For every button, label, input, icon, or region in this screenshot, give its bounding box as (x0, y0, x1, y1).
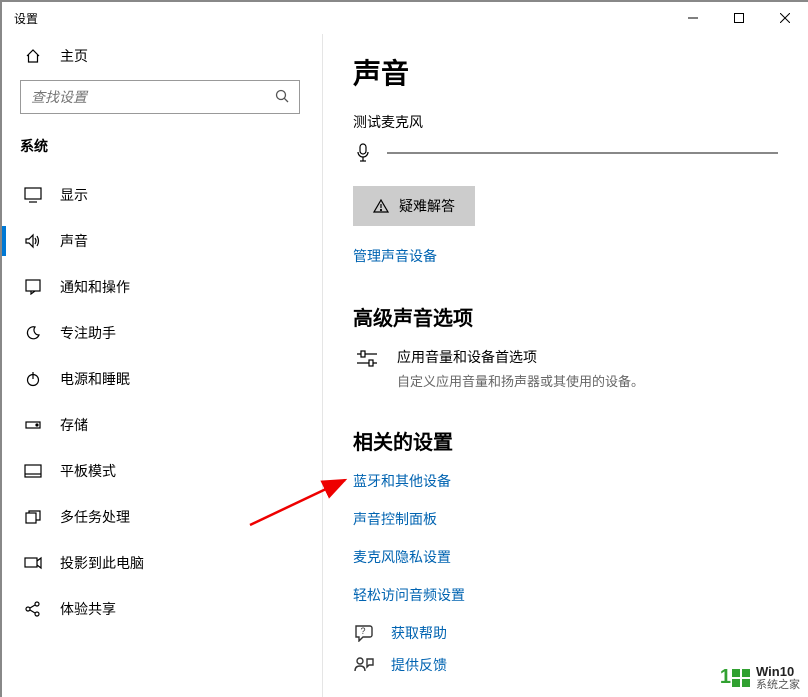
sidebar-item-label: 平板模式 (60, 461, 116, 481)
test-mic-label: 测试麦克风 (353, 112, 778, 132)
sidebar-item-label: 显示 (60, 185, 88, 205)
sidebar-item-multitask[interactable]: 多任务处理 (2, 494, 318, 540)
sidebar-item-label: 声音 (60, 231, 88, 251)
settings-window: 设置 主页 (0, 0, 808, 697)
maximize-button[interactable] (716, 2, 762, 34)
project-icon (24, 554, 42, 572)
related-links: 蓝牙和其他设备 声音控制面板 麦克风隐私设置 轻松访问音频设置 (353, 471, 778, 605)
bluetooth-link[interactable]: 蓝牙和其他设备 (353, 471, 778, 491)
watermark-line2: 系统之家 (756, 679, 800, 691)
watermark-logo: 1 (720, 666, 750, 689)
warning-icon (373, 198, 389, 214)
sidebar-item-focus[interactable]: 专注助手 (2, 310, 318, 356)
home-icon (24, 47, 42, 65)
feedback-link[interactable]: 提供反馈 (391, 655, 447, 675)
advanced-section-title: 高级声音选项 (353, 302, 778, 331)
sliders-icon (353, 347, 381, 390)
watermark-line1: Win10 (756, 665, 800, 679)
get-help-link[interactable]: 获取帮助 (391, 623, 447, 643)
app-volume-title: 应用音量和设备首选项 (397, 347, 644, 367)
mic-level-bar (387, 152, 778, 154)
home-label: 主页 (60, 46, 88, 66)
app-volume-row[interactable]: 应用音量和设备首选项 自定义应用音量和扬声器或其使用的设备。 (353, 347, 778, 390)
sidebar-item-label: 存储 (60, 415, 88, 435)
ease-of-access-audio-link[interactable]: 轻松访问音频设置 (353, 585, 778, 605)
content-area: 主页 系统 显示 (2, 34, 808, 697)
minimize-button[interactable] (670, 2, 716, 34)
sidebar-item-label: 体验共享 (60, 599, 116, 619)
sidebar: 主页 系统 显示 (2, 34, 322, 697)
search-wrap (2, 78, 318, 128)
mic-privacy-link[interactable]: 麦克风隐私设置 (353, 547, 778, 567)
search-icon (275, 89, 289, 106)
feedback-icon (353, 656, 375, 674)
nav-list: 显示 声音 通知和操作 (2, 172, 318, 632)
notification-icon (24, 278, 42, 296)
multitask-icon (24, 508, 42, 526)
troubleshoot-button[interactable]: 疑难解答 (353, 186, 475, 226)
sidebar-item-label: 专注助手 (60, 323, 116, 343)
speaker-icon (24, 232, 42, 250)
feedback-row[interactable]: 提供反馈 (353, 655, 778, 675)
watermark: 1 Win10 系统之家 (716, 663, 804, 693)
moon-icon (24, 324, 42, 342)
sidebar-item-label: 电源和睡眠 (60, 369, 130, 389)
sidebar-section-title: 系统 (2, 128, 318, 172)
app-title: 设置 (14, 10, 38, 27)
help-icon: ? (353, 624, 375, 642)
storage-icon (24, 416, 42, 434)
monitor-icon (24, 186, 42, 204)
sidebar-item-project[interactable]: 投影到此电脑 (2, 540, 318, 586)
sound-control-panel-link[interactable]: 声音控制面板 (353, 509, 778, 529)
page-title: 声音 (353, 52, 778, 92)
home-nav[interactable]: 主页 (2, 34, 318, 78)
search-box[interactable] (20, 80, 300, 114)
titlebar: 设置 (2, 2, 808, 34)
share-icon (24, 600, 42, 618)
mic-level-row (353, 142, 778, 164)
sidebar-item-share[interactable]: 体验共享 (2, 586, 318, 632)
microphone-icon (353, 142, 373, 164)
app-volume-desc: 自定义应用音量和扬声器或其使用的设备。 (397, 371, 644, 390)
sidebar-item-label: 通知和操作 (60, 277, 130, 297)
related-section-title: 相关的设置 (353, 426, 778, 455)
sidebar-item-sound[interactable]: 声音 (2, 218, 318, 264)
sidebar-item-display[interactable]: 显示 (2, 172, 318, 218)
troubleshoot-label: 疑难解答 (399, 196, 455, 216)
manage-sound-devices-link[interactable]: 管理声音设备 (353, 246, 778, 266)
sidebar-item-storage[interactable]: 存储 (2, 402, 318, 448)
search-input[interactable] (31, 89, 275, 105)
get-help-row[interactable]: ? 获取帮助 (353, 623, 778, 643)
sidebar-item-notifications[interactable]: 通知和操作 (2, 264, 318, 310)
sidebar-item-tablet[interactable]: 平板模式 (2, 448, 318, 494)
power-icon (24, 370, 42, 388)
svg-text:?: ? (360, 626, 365, 636)
main-content: 声音 测试麦克风 疑难解答 管理声音设备 高级声音选项 (322, 34, 808, 697)
tablet-icon (24, 462, 42, 480)
sidebar-item-label: 投影到此电脑 (60, 553, 144, 573)
sidebar-item-label: 多任务处理 (60, 507, 130, 527)
close-button[interactable] (762, 2, 808, 34)
sidebar-item-power[interactable]: 电源和睡眠 (2, 356, 318, 402)
